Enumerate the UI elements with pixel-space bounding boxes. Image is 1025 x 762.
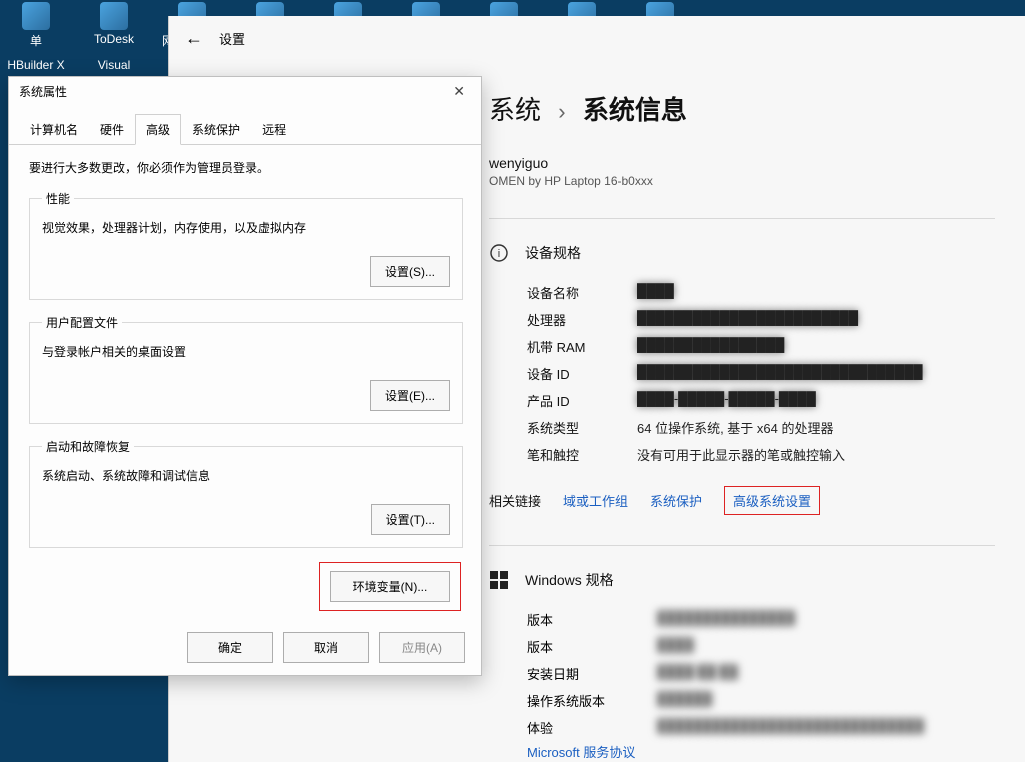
breadcrumb-separator: ›: [558, 99, 565, 124]
spec-label: 版本: [527, 637, 657, 656]
performance-settings-button[interactable]: 设置(S)...: [370, 256, 450, 287]
group-startup-recovery-desc: 系统启动、系统故障和调试信息: [42, 467, 450, 484]
tab-advanced[interactable]: 高级: [135, 114, 181, 145]
group-performance-desc: 视觉效果，处理器计划，内存使用，以及虚拟内存: [42, 219, 450, 236]
settings-header: ← 设置: [169, 16, 1025, 60]
spec-value: ██████: [657, 691, 995, 710]
spec-label: 产品 ID: [527, 391, 637, 410]
settings-body: 系统 › 系统信息 wenyiguo OMEN by HP Laptop 16-…: [469, 76, 1015, 762]
spec-value: 64 位操作系统, 基于 x64 的处理器: [637, 418, 995, 437]
tab-system-protection[interactable]: 系统保护: [181, 114, 251, 145]
device-specs-card: i 设备规格 设备名称████ 处理器█████████████████████…: [489, 218, 995, 515]
spec-label: 笔和触控: [527, 445, 637, 464]
environment-variables-button[interactable]: 环境变量(N)...: [330, 571, 450, 602]
group-user-profiles-legend: 用户配置文件: [42, 314, 122, 331]
device-model: OMEN by HP Laptop 16-b0xxx: [489, 174, 995, 188]
desktop-icon[interactable]: HBuilder X: [6, 58, 66, 72]
spec-label: 操作系统版本: [527, 691, 657, 710]
desktop-icon[interactable]: 单: [6, 2, 66, 66]
cancel-button[interactable]: 取消: [283, 632, 369, 663]
ms-links: Microsoft 服务协议 Microsoft 软件许可条款: [527, 743, 995, 762]
spec-value: ████/██/██: [657, 664, 995, 683]
related-links: 相关链接 域或工作组 系统保护 高级系统设置: [489, 486, 995, 515]
spec-value: ████: [657, 637, 995, 656]
spec-value: ████-█████-█████-████: [637, 391, 995, 410]
desktop-icon[interactable]: Visual: [84, 58, 144, 72]
dialog-title-bar: 系统属性 ✕: [9, 77, 481, 105]
windows-specs-title: Windows 规格: [525, 570, 614, 590]
spec-label: 系统类型: [527, 418, 637, 437]
svg-text:i: i: [498, 248, 500, 260]
group-performance-legend: 性能: [42, 190, 74, 207]
environment-variables-row: 环境变量(N)...: [29, 562, 463, 611]
group-startup-recovery: 启动和故障恢复 系统启动、系统故障和调试信息 设置(T)...: [29, 438, 463, 548]
windows-logo-icon: [489, 570, 509, 590]
desktop-icons-row-2: HBuilder X Visual: [6, 58, 144, 72]
spec-label: 设备名称: [527, 283, 637, 302]
spec-value: ███████████████: [657, 610, 995, 629]
group-startup-recovery-legend: 启动和故障恢复: [42, 438, 134, 455]
related-links-label: 相关链接: [489, 491, 541, 510]
system-properties-dialog: 系统属性 ✕ 计算机名 硬件 高级 系统保护 远程 要进行大多数更改，你必须作为…: [8, 76, 482, 676]
user-profiles-settings-button[interactable]: 设置(E)...: [370, 380, 450, 411]
dialog-content: 要进行大多数更改，你必须作为管理员登录。 性能 视觉效果，处理器计划，内存使用，…: [9, 145, 481, 619]
device-specs-title: 设备规格: [525, 243, 581, 263]
tab-hardware[interactable]: 硬件: [89, 114, 135, 145]
close-button[interactable]: ✕: [447, 83, 471, 100]
dialog-title: 系统属性: [19, 83, 67, 100]
spec-value: ████████████████: [637, 337, 995, 356]
link-advanced-system-settings[interactable]: 高级系统设置: [724, 486, 820, 515]
spec-value: ███████████████████████████████: [637, 364, 995, 383]
desktop-icon[interactable]: ToDesk: [84, 2, 144, 66]
spec-value: 没有可用于此显示器的笔或触控输入: [637, 445, 995, 464]
ok-button[interactable]: 确定: [187, 632, 273, 663]
admin-note: 要进行大多数更改，你必须作为管理员登录。: [29, 159, 463, 176]
spec-value: ████████████████████████: [637, 310, 995, 329]
breadcrumb: 系统 › 系统信息: [489, 90, 995, 127]
username: wenyiguo: [489, 155, 995, 171]
windows-specs-grid: 版本███████████████ 版本████ 安装日期████/██/██ …: [527, 610, 995, 737]
group-user-profiles-desc: 与登录帐户相关的桌面设置: [42, 343, 450, 360]
tab-remote[interactable]: 远程: [251, 114, 297, 145]
device-specs-grid: 设备名称████ 处理器████████████████████████ 机带 …: [527, 283, 995, 464]
startup-recovery-settings-button[interactable]: 设置(T)...: [371, 504, 450, 535]
apply-button[interactable]: 应用(A): [379, 632, 465, 663]
tab-computer-name[interactable]: 计算机名: [19, 114, 89, 145]
spec-label: 设备 ID: [527, 364, 637, 383]
dialog-footer: 确定 取消 应用(A): [187, 632, 465, 663]
breadcrumb-leaf: 系统信息: [583, 95, 687, 125]
settings-title: 设置: [219, 29, 245, 48]
spec-label: 处理器: [527, 310, 637, 329]
spec-label: 体验: [527, 718, 657, 737]
back-button[interactable]: ←: [185, 28, 203, 49]
link-domain-workgroup[interactable]: 域或工作组: [563, 491, 628, 510]
group-user-profiles: 用户配置文件 与登录帐户相关的桌面设置 设置(E)...: [29, 314, 463, 424]
link-system-protection[interactable]: 系统保护: [650, 491, 702, 510]
spec-label: 版本: [527, 610, 657, 629]
breadcrumb-root[interactable]: 系统: [489, 95, 541, 125]
spec-label: 机带 RAM: [527, 337, 637, 356]
spec-value: ████: [637, 283, 995, 302]
group-performance: 性能 视觉效果，处理器计划，内存使用，以及虚拟内存 设置(S)...: [29, 190, 463, 300]
windows-specs-card: Windows 规格 版本███████████████ 版本████ 安装日期…: [489, 545, 995, 762]
info-icon: i: [489, 243, 509, 263]
spec-value: █████████████████████████████: [657, 718, 995, 737]
link-ms-service-agreement[interactable]: Microsoft 服务协议: [527, 743, 995, 762]
tab-strip: 计算机名 硬件 高级 系统保护 远程: [9, 105, 481, 145]
spec-label: 安装日期: [527, 664, 657, 683]
